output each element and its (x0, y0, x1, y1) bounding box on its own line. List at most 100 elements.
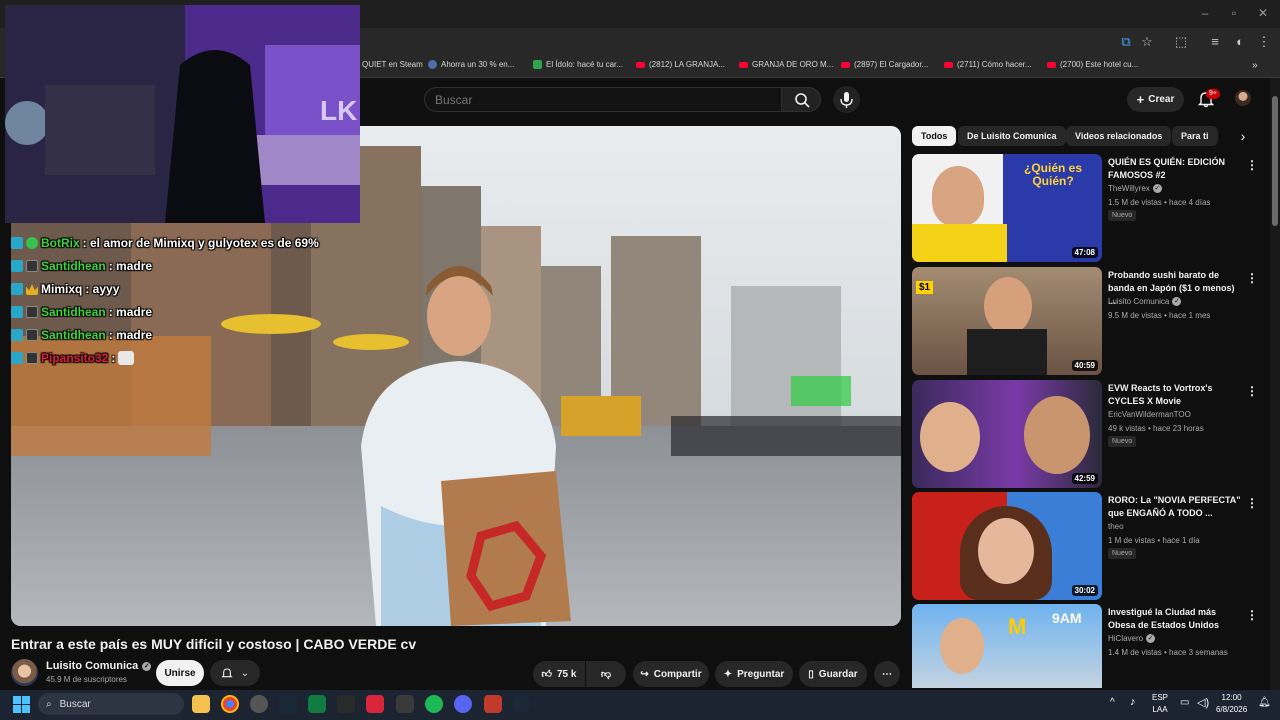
chip-for-you[interactable]: Para ti (1172, 126, 1218, 146)
video-thumbnail[interactable]: $1 40:59 (912, 267, 1102, 375)
more-actions-button[interactable]: ⋯ (874, 661, 900, 687)
recommendation-channel[interactable]: HiClavero ✓ (1108, 634, 1156, 643)
bookmark-item[interactable]: (2700) Este hotel cu... (1047, 60, 1138, 69)
streaming-app-icon[interactable] (366, 695, 384, 713)
recommendation-meta: 9.5 M de vistas • hace 1 mes (1108, 311, 1211, 320)
microphone-tray-icon[interactable]: ♪ (1130, 696, 1136, 708)
profile-icon[interactable]: ◐ (1232, 34, 1248, 50)
chat-message: Mimixq : ayyy (11, 279, 119, 299)
recommendation-channel[interactable]: Luisito Comunica ✓ (1108, 297, 1182, 306)
more-bookmarks-icon[interactable]: » (1252, 60, 1258, 71)
chevron-right-icon[interactable]: › (1234, 127, 1252, 145)
minimize-icon[interactable]: – (1198, 6, 1212, 20)
search-button[interactable] (781, 87, 821, 112)
verified-check-icon: ✓ (1146, 634, 1156, 643)
controller-badge-icon (26, 260, 38, 272)
channel-avatar[interactable] (11, 659, 38, 686)
like-button[interactable]: 👍︎ 75 k (533, 661, 585, 687)
obs-icon[interactable] (250, 695, 268, 713)
channel-name-row[interactable]: Luisito Comunica ✓ (46, 660, 152, 672)
voice-search-button[interactable] (833, 86, 860, 113)
discord-icon[interactable] (454, 695, 472, 713)
more-vertical-icon[interactable]: ⋮ (1246, 384, 1258, 398)
recommendation-channel[interactable]: TheWillyrex ✓ (1108, 184, 1162, 193)
video-thumbnail[interactable]: ¿Quién es Quién? 47:08 (912, 154, 1102, 262)
bookmark-item[interactable]: Ahorra un 30 % en... (428, 60, 514, 69)
search-input[interactable] (425, 88, 781, 112)
video-thumbnail[interactable]: 30:02 (912, 492, 1102, 600)
file-explorer-icon[interactable] (192, 695, 210, 713)
dislike-button[interactable]: 👎︎ (586, 661, 626, 687)
recommendation-item[interactable]: ¿Quién es Quién? 47:08 QUIÉN ES QUIÉN: E… (912, 154, 1262, 262)
bookmark-item[interactable]: El Ídolo: hacé tu car... (533, 60, 623, 69)
recommendation-title[interactable]: RORO: La "NOVIA PERFECTA" que ENGAÑÓ A T… (1108, 494, 1244, 520)
maximize-icon[interactable]: ▫ (1227, 6, 1241, 20)
recommendation-channel[interactable]: EricVanWildermanTOO (1108, 410, 1191, 419)
chip-todos[interactable]: Todos (912, 126, 957, 146)
chip-related[interactable]: Videos relacionados (1066, 126, 1172, 146)
keyboard-language[interactable]: ESP LAA (1152, 692, 1168, 716)
chip-channel[interactable]: De Luisito Comunica (958, 126, 1066, 146)
join-button[interactable]: Unirse (156, 660, 204, 686)
video-thumbnail[interactable]: 42:59 (912, 380, 1102, 488)
extensions-icon[interactable]: ⬚ (1173, 34, 1189, 50)
create-button[interactable]: + Crear (1127, 87, 1184, 112)
channel-name[interactable]: Luisito Comunica (46, 660, 138, 672)
duration-badge: 47:08 (1071, 247, 1098, 258)
moderator-badge-icon (11, 329, 23, 341)
youtube-icon (739, 61, 748, 68)
share-button[interactable]: ↪ Compartir (633, 661, 709, 687)
more-vertical-icon[interactable]: ⋮ (1246, 271, 1258, 285)
system-clock[interactable]: 12:00 6/8/2026 (1216, 692, 1247, 716)
scrollbar-thumb[interactable] (1272, 96, 1278, 226)
recommendation-item[interactable]: M 9AM Investigué la Ciudad más Obesa de … (912, 604, 1262, 688)
ask-button[interactable]: ✦ Preguntar (715, 661, 793, 687)
channel-label: HiClavero (1108, 634, 1144, 643)
account-avatar[interactable] (1235, 90, 1251, 106)
video-thumbnail[interactable]: M 9AM (912, 604, 1102, 688)
recommendation-item[interactable]: 42:59 EVW Reacts to Vortrox's CYCLES X M… (912, 380, 1262, 488)
subscription-bell-button[interactable]: ⌄ (210, 660, 260, 686)
more-vertical-icon[interactable]: ⋮ (1246, 496, 1258, 510)
voicemod-icon[interactable] (484, 695, 502, 713)
capture-app-icon[interactable] (337, 695, 355, 713)
volume-icon[interactable]: ◁) (1197, 696, 1209, 709)
chrome-icon[interactable] (221, 695, 239, 713)
bookmark-item[interactable]: (2711) Cómo hacer... (944, 60, 1032, 69)
more-horizontal-icon: ⋯ (882, 668, 892, 680)
bookmark-item[interactable]: QUIET en Steam (362, 60, 423, 69)
bookmark-item[interactable]: (2897) El Cargador... (841, 60, 928, 69)
recommendation-title[interactable]: Investigué la Ciudad más Obesa de Estado… (1108, 606, 1244, 632)
taskbar-search[interactable]: ⌕ Buscar (38, 693, 184, 715)
translate-icon[interactable]: ⧉ (1118, 34, 1134, 50)
steam-client-icon[interactable] (513, 695, 531, 713)
more-vertical-icon[interactable]: ⋮ (1246, 158, 1258, 172)
youtube-icon (1047, 61, 1056, 68)
recommendation-item[interactable]: 30:02 RORO: La "NOVIA PERFECTA" que ENGA… (912, 492, 1262, 600)
close-icon[interactable]: ✕ (1256, 6, 1270, 20)
recommendation-title[interactable]: EVW Reacts to Vortrox's CYCLES X Movie (1108, 382, 1244, 408)
windows-start-icon[interactable] (13, 696, 30, 713)
more-vertical-icon[interactable]: ⋮ (1246, 608, 1258, 622)
search-field[interactable] (424, 87, 782, 112)
network-icon[interactable]: ▭ (1180, 697, 1189, 708)
bookmark-item[interactable]: (2812) LA GRANJA... (636, 60, 725, 69)
bookmark-star-icon[interactable]: ☆ (1139, 34, 1155, 50)
xbox-app-icon[interactable] (308, 695, 326, 713)
thumbs-down-icon: 👎︎ (600, 669, 612, 680)
chevron-up-icon[interactable]: ^ (1110, 697, 1115, 708)
recommendation-meta: 49 k vistas • hace 23 horas (1108, 424, 1204, 433)
utility-app-icon[interactable] (396, 695, 414, 713)
notification-center-icon[interactable]: 🔔︎ (1258, 697, 1271, 708)
menu-dots-icon[interactable]: ⋮ (1256, 34, 1272, 50)
steam-icon[interactable] (279, 695, 297, 713)
bookmark-item[interactable]: GRANJA DE ORO M... (739, 60, 833, 69)
recommendation-title[interactable]: QUIÉN ES QUIÉN: EDICIÓN FAMOSOS #2 (1108, 156, 1244, 182)
recommendation-item[interactable]: $1 40:59 Probando sushi barato de banda … (912, 267, 1262, 375)
recommendation-channel[interactable]: theo (1108, 522, 1124, 531)
media-controls-icon[interactable]: ≡ (1207, 34, 1223, 50)
moderator-badge-icon (11, 260, 23, 272)
moderator-badge-icon (11, 283, 23, 295)
save-button[interactable]: ▯ Guardar (799, 661, 867, 687)
spotify-icon[interactable] (425, 695, 443, 713)
